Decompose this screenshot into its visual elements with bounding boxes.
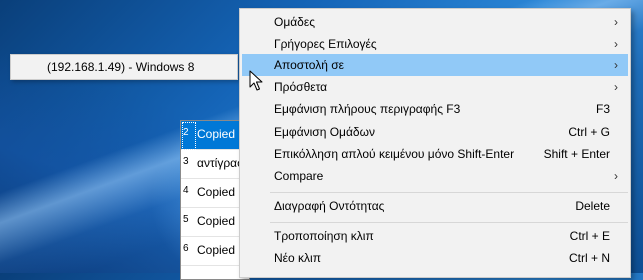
menu-item-label: Πρόσθετα xyxy=(274,80,328,94)
menu-item-label: Εμφάνιση Ομάδων xyxy=(274,125,375,139)
menu-item-quick-options[interactable]: Γρήγορες Επιλογές › xyxy=(242,33,628,55)
menu-item-label: Compare xyxy=(274,169,324,183)
menu-item-label: Αποστολή σε xyxy=(274,58,344,72)
menu-item-paste-plain-text[interactable]: Επικόλληση απλού κειμένου μόνο Shift-Ent… xyxy=(242,143,628,165)
menu-item-send-to[interactable]: Αποστολή σε › xyxy=(242,54,628,76)
menu-item-shortcut: Delete xyxy=(575,199,610,213)
menu-item-label: Ομάδες xyxy=(274,15,315,29)
menu-item-new-clip[interactable]: Νέο κλιπ Ctrl + N xyxy=(242,247,628,269)
menu-item-extras[interactable]: Πρόσθετα › xyxy=(242,76,628,98)
chevron-right-icon: › xyxy=(614,37,618,51)
clip-row-number: 3 xyxy=(183,156,189,167)
menu-item-label: Γρήγορες Επιλογές xyxy=(274,37,377,51)
menu-item-label: Τροποποίηση κλιπ xyxy=(274,229,374,243)
menu-item-shortcut: Ctrl + E xyxy=(569,229,610,243)
menu-item-shortcut: Ctrl + G xyxy=(568,125,610,139)
menu-item-shortcut: Ctrl + N xyxy=(568,251,610,265)
menu-item-compare[interactable]: Compare › xyxy=(242,165,628,187)
menu-item-label: Επικόλληση απλού κειμένου μόνο Shift-Ent… xyxy=(274,147,515,161)
menu-item-label: Νέο κλιπ xyxy=(274,251,321,265)
menu-item-edit-clip[interactable]: Τροποποίηση κλιπ Ctrl + E xyxy=(242,225,628,247)
clip-row-number: 5 xyxy=(183,214,189,225)
menu-item-shortcut: Shift + Enter xyxy=(543,147,610,161)
menu-separator xyxy=(270,222,628,223)
menu-item-delete-entry[interactable]: Διαγραφή Οντότητας Delete xyxy=(242,195,628,217)
chevron-right-icon: › xyxy=(614,169,618,183)
clip-row-text: αντίγραφ xyxy=(197,156,245,170)
chevron-right-icon: › xyxy=(614,80,618,94)
chevron-right-icon: › xyxy=(614,58,618,72)
clip-row-number: 6 xyxy=(183,243,189,254)
send-to-target-windows-8[interactable]: (192.168.1.49) - Windows 8 xyxy=(12,56,236,78)
clip-row-number: 4 xyxy=(183,185,189,196)
send-to-submenu: (192.168.1.49) - Windows 8 xyxy=(10,54,238,80)
menu-item-show-groups[interactable]: Εμφάνιση Ομάδων Ctrl + G xyxy=(242,121,628,143)
menu-item-show-full-description[interactable]: Εμφάνιση πλήρους περιγραφής F3 F3 xyxy=(242,98,628,120)
menu-item-label: Διαγραφή Οντότητας xyxy=(274,199,385,213)
context-menu: Ομάδες › Γρήγορες Επιλογές › Αποστολή σε… xyxy=(239,8,631,278)
menu-item-label: Εμφάνιση πλήρους περιγραφής F3 xyxy=(274,102,461,116)
clip-row-number: 2 xyxy=(183,127,189,138)
menu-item-shortcut: F3 xyxy=(595,102,610,116)
menu-item-groups[interactable]: Ομάδες › xyxy=(242,11,628,33)
menu-separator xyxy=(270,192,628,193)
chevron-right-icon: › xyxy=(614,15,618,29)
